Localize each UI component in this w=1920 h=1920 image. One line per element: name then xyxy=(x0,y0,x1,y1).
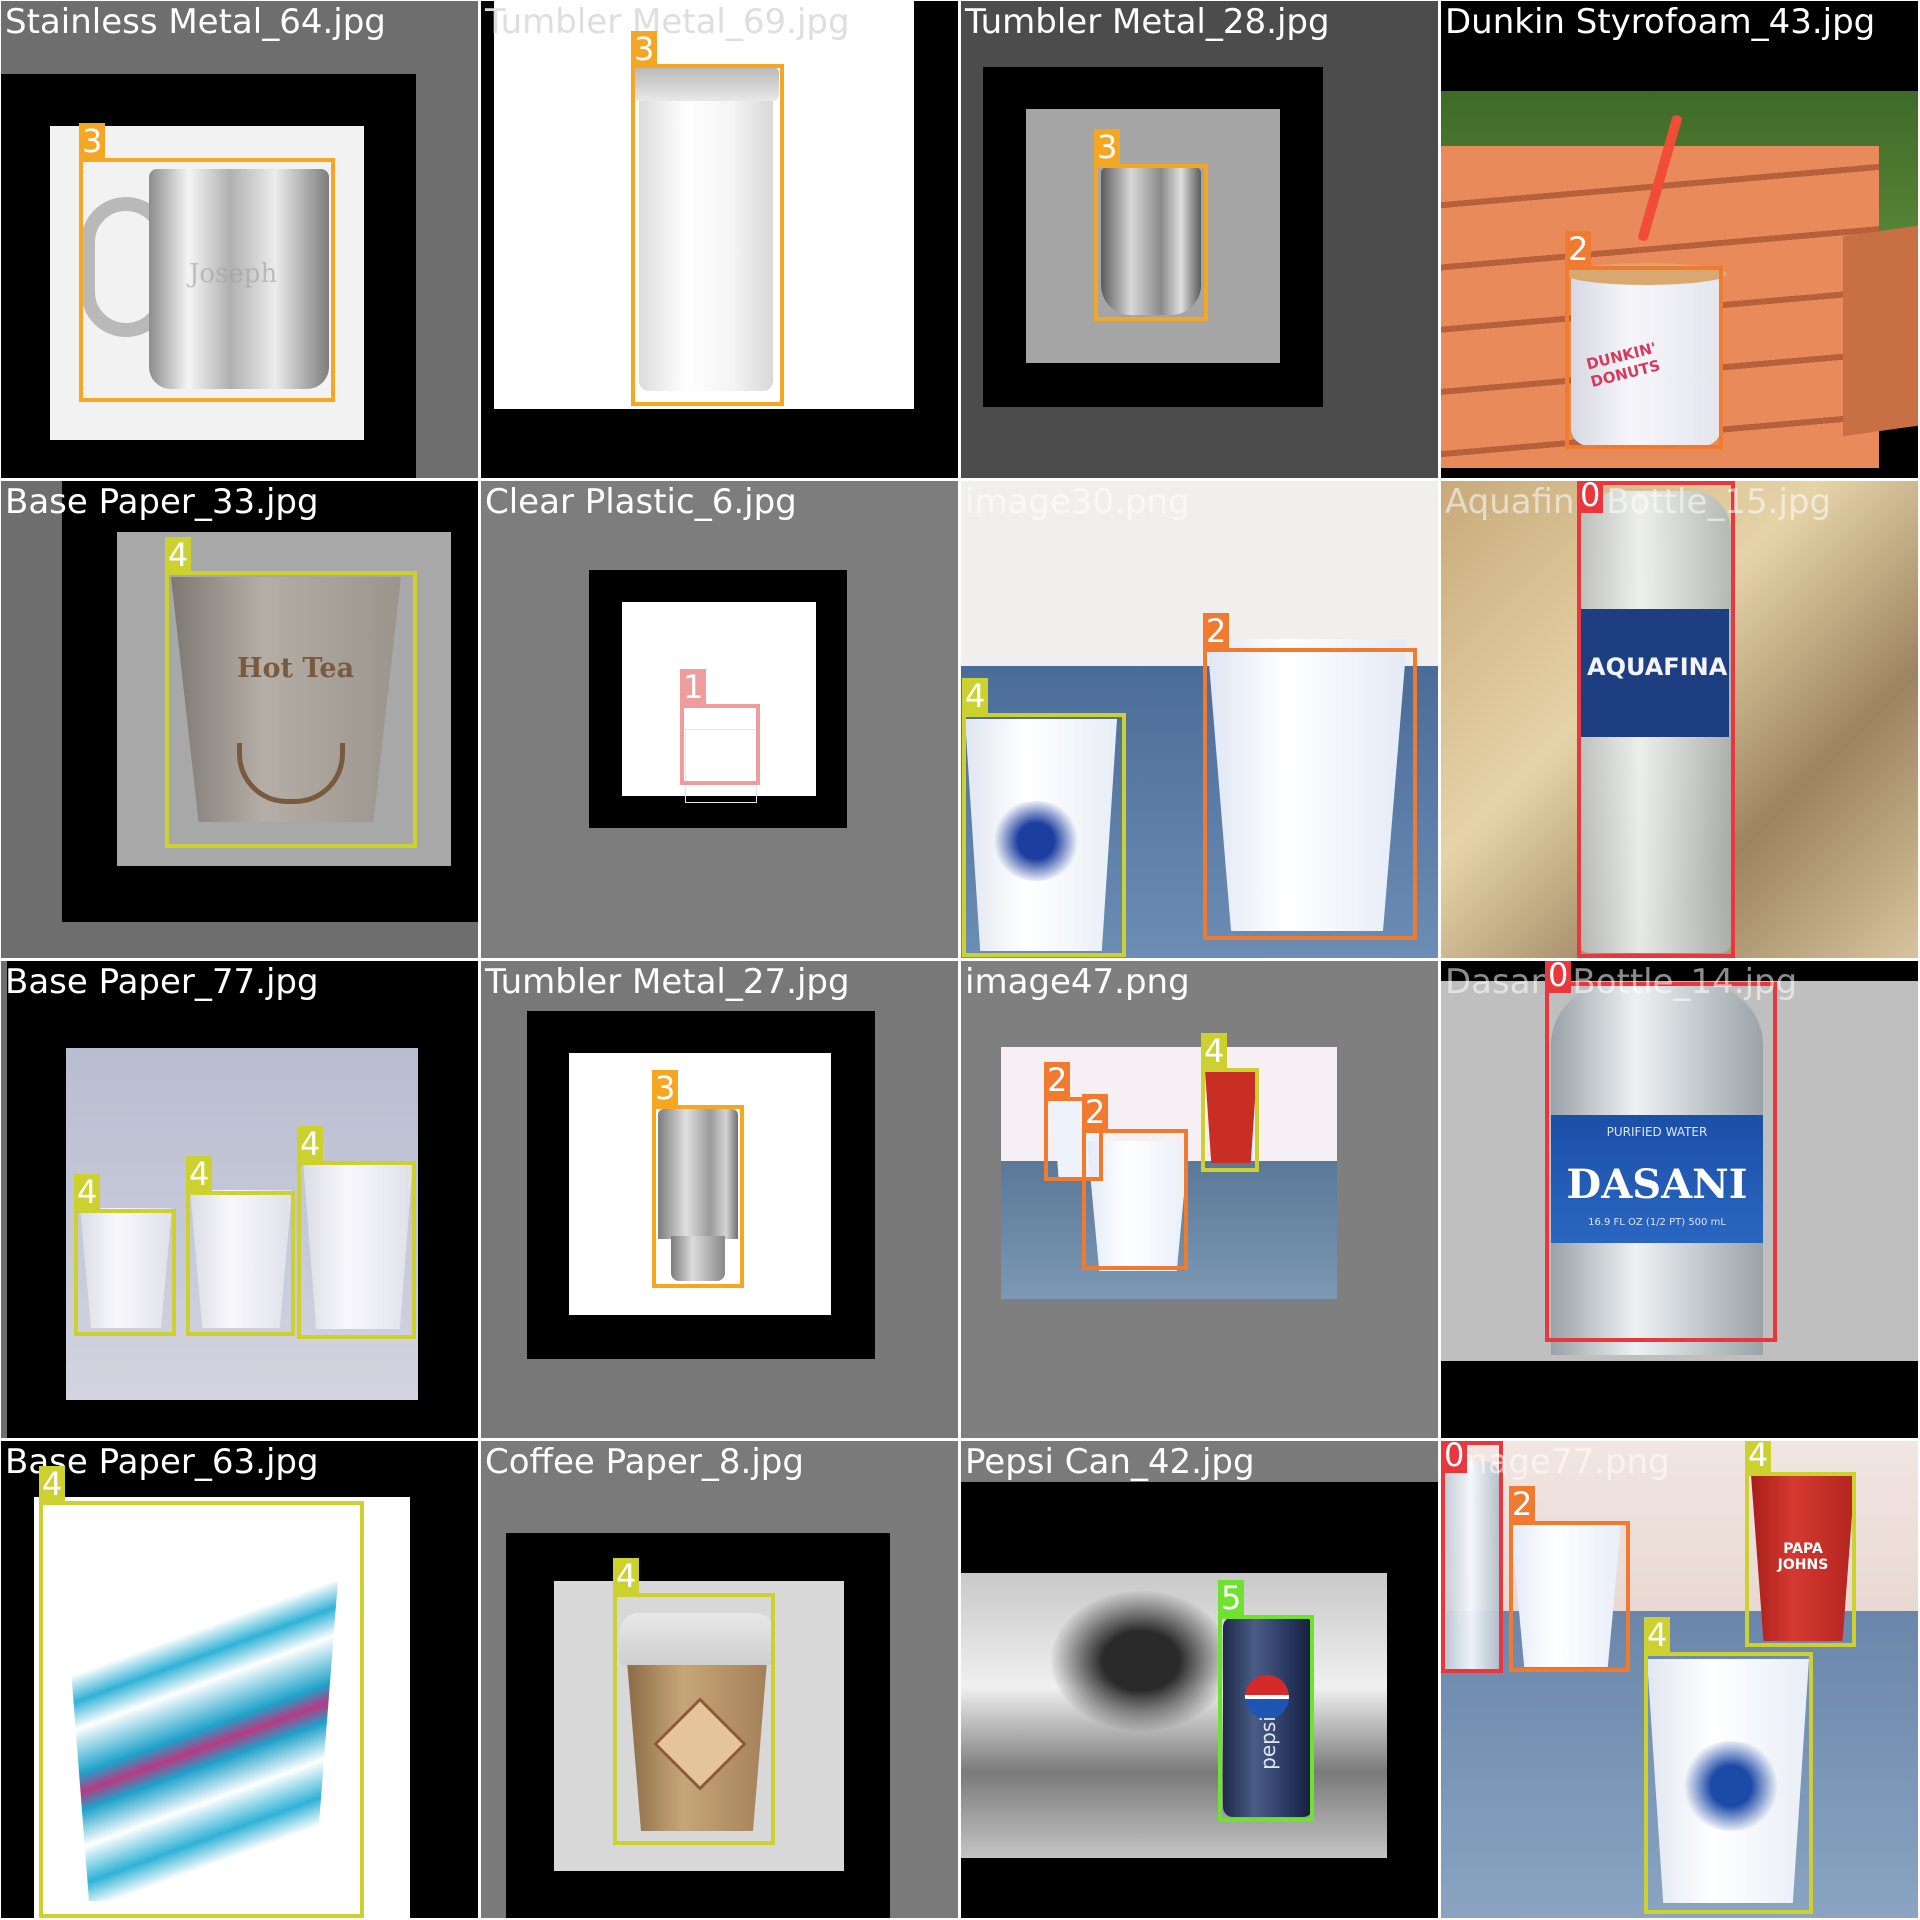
bbox xyxy=(39,1501,364,1918)
bbox xyxy=(1565,266,1723,449)
bbox xyxy=(613,1593,775,1845)
filename-label: Base Paper_77.jpg xyxy=(5,962,319,1002)
tile-clear-plastic-6: 1 Clear Plastic_6.jpg xyxy=(481,481,958,958)
class-label: 4 xyxy=(1201,1033,1228,1069)
filename-label: Clear Plastic_6.jpg xyxy=(485,482,797,522)
bbox xyxy=(680,704,760,785)
tile-pepsi-can-42: pepsi 5 Pepsi Can_42.jpg xyxy=(961,1441,1438,1918)
tile-coffee-paper-8: 4 Coffee Paper_8.jpg xyxy=(481,1441,958,1918)
tile-stainless-metal-64: Joseph 3 Stainless Metal_64.jpg xyxy=(1,1,478,478)
filename-label: Dunkin Styrofoam_43.jpg xyxy=(1445,2,1876,42)
class-label: 4 xyxy=(74,1174,101,1210)
filename-label: Tumbler Metal_28.jpg xyxy=(965,2,1330,42)
class-label: 2 xyxy=(1509,1486,1536,1522)
bbox xyxy=(1082,1129,1188,1270)
class-label: 4 xyxy=(1644,1617,1671,1653)
bbox xyxy=(186,1191,295,1336)
tile-image30: 4 2 image30.png xyxy=(961,481,1438,958)
class-label: 0 xyxy=(1441,1441,1468,1473)
tile-tumbler-metal-28: 3 Tumbler Metal_28.jpg xyxy=(961,1,1438,478)
class-label: 3 xyxy=(1094,129,1121,165)
bbox xyxy=(1201,1068,1259,1172)
bbox xyxy=(1218,1615,1314,1822)
tile-image47: 2 2 4 image47.png xyxy=(961,961,1438,1438)
class-label: 1 xyxy=(680,669,707,705)
blurred-motorcycle xyxy=(1051,1591,1231,1731)
class-label: 4 xyxy=(297,1126,324,1162)
class-label: 2 xyxy=(1082,1094,1109,1130)
bbox xyxy=(165,571,417,848)
filename-label: Stainless Metal_64.jpg xyxy=(5,2,386,42)
tile-base-paper-77: 4 4 4 Base Paper_77.jpg xyxy=(1,961,478,1438)
bbox xyxy=(1644,1652,1813,1914)
class-label: 5 xyxy=(1218,1580,1245,1616)
bbox xyxy=(1745,1472,1856,1647)
tile-dasani-bottle-14: PURIFIED WATER DASANI 16.9 FL OZ (1/2 PT… xyxy=(1441,961,1918,1438)
detection-mosaic: Joseph 3 Stainless Metal_64.jpg 3 Tumble… xyxy=(0,0,1920,1920)
class-label: 4 xyxy=(962,678,989,714)
bbox xyxy=(79,158,335,402)
bbox xyxy=(1441,1441,1503,1673)
class-label: 4 xyxy=(1745,1441,1772,1473)
bbox xyxy=(962,713,1126,957)
table-edge xyxy=(1843,225,1918,437)
class-label: 3 xyxy=(631,31,658,67)
tile-base-paper-33: Hot Tea 4 Base Paper_33.jpg xyxy=(1,481,478,958)
class-label: 2 xyxy=(1565,231,1592,267)
tile-image77: PAPA JOHNS 0 2 4 4 image77.png xyxy=(1441,1441,1918,1918)
tile-dunkin-styrofoam-43: DUNKIN' DONUTS 2 Dunkin Styrofoam_43.jpg xyxy=(1441,1,1918,478)
filename-label: Tumbler Metal_27.jpg xyxy=(485,962,850,1002)
bbox xyxy=(1577,481,1735,958)
filename-label: image47.png xyxy=(965,962,1190,1002)
tile-tumbler-metal-27: 3 Tumbler Metal_27.jpg xyxy=(481,961,958,1438)
class-label: 2 xyxy=(1203,613,1230,649)
filename-label: Pepsi Can_42.jpg xyxy=(965,1442,1255,1482)
grey-border xyxy=(1,961,7,1438)
class-label: 2 xyxy=(1044,1062,1071,1098)
class-label: 3 xyxy=(652,1070,679,1106)
class-label: 3 xyxy=(79,123,106,159)
bbox xyxy=(1094,164,1208,321)
bbox xyxy=(1509,1521,1630,1672)
bbox xyxy=(631,64,784,406)
filename-label: image30.png xyxy=(965,482,1190,522)
bbox xyxy=(1545,982,1777,1342)
class-label: 4 xyxy=(165,537,192,573)
class-label: 4 xyxy=(186,1156,213,1192)
tile-aquafina-bottle-15: AQUAFINA 0 Aquafina Bottle_15.jpg xyxy=(1441,481,1918,958)
class-label: 4 xyxy=(613,1558,640,1594)
filename-label: Coffee Paper_8.jpg xyxy=(485,1442,804,1482)
tile-tumbler-metal-69: 3 Tumbler Metal_69.jpg xyxy=(481,1,958,478)
bbox xyxy=(74,1209,176,1336)
bbox xyxy=(297,1161,416,1339)
bbox xyxy=(1203,648,1417,940)
class-label: 0 xyxy=(1545,961,1572,993)
tile-base-paper-63: 4 Base Paper_63.jpg xyxy=(1,1441,478,1918)
class-label: 0 xyxy=(1577,481,1604,513)
class-label: 4 xyxy=(39,1466,66,1502)
bbox xyxy=(652,1105,744,1288)
